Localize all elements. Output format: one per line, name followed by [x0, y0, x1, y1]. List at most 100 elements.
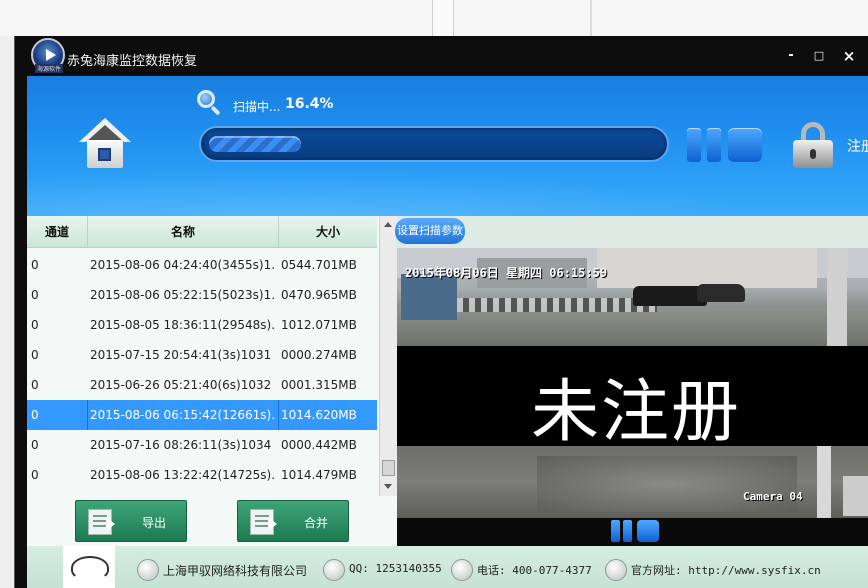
arrow-icon — [106, 517, 115, 531]
cell-channel: 0 — [31, 408, 39, 422]
scan-status-label: 扫描中... — [233, 100, 281, 114]
close-button[interactable]: × — [841, 48, 857, 64]
cell-channel: 0 — [31, 468, 39, 482]
file-list-panel: 通道 名称 大小 0 2015-08-06 04:24:40(3455s)1..… — [27, 216, 397, 546]
phone-number: 电话: 400-077-4377 — [477, 564, 592, 577]
table-row[interactable]: 0 2015-08-05 18:36:11(29548s)... 1012.07… — [27, 310, 377, 340]
table-row[interactable]: 0 2015-07-15 20:54:41(3s)1031 0000.274MB — [27, 340, 377, 370]
qq-icon — [323, 559, 345, 581]
table-row[interactable]: 0 2015-08-06 05:22:15(5023s)1... 0470.96… — [27, 280, 377, 310]
preview-toolbar: 设置扫描参数 — [395, 216, 868, 248]
register-button[interactable]: 注册 — [847, 136, 868, 156]
video-pause-icon[interactable] — [611, 520, 633, 542]
lock-icon[interactable] — [793, 122, 833, 168]
cell-name: 2015-08-06 05:22:15(5023s)1... — [90, 288, 276, 302]
camera-car-shape — [697, 284, 745, 302]
cell-channel: 0 — [31, 318, 39, 332]
scan-header: 扫描中... 16.4% 注册 — [27, 76, 868, 216]
search-icon — [197, 90, 221, 116]
table-row[interactable]: 0 2015-07-16 08:26:11(3s)1034 0000.442MB — [27, 430, 377, 460]
column-header-size[interactable]: 大小 — [279, 216, 377, 248]
camera-ground-shape — [537, 456, 797, 512]
table-row[interactable]: 0 2015-08-06 13:22:42(14725s)... 1014.47… — [27, 460, 377, 490]
home-icon[interactable] — [79, 118, 131, 170]
desktop-window-edge — [432, 0, 454, 36]
scan-percent: 16.4% — [285, 96, 334, 112]
unregistered-watermark: 未注册 — [530, 373, 741, 452]
camera-building-shape — [597, 248, 817, 288]
cell-size: 0000.274MB — [281, 348, 357, 362]
table-header: 通道 名称 大小 — [27, 216, 377, 248]
company-logo-icon — [63, 546, 115, 588]
home-door-shape — [98, 148, 111, 161]
cell-channel: 0 — [31, 348, 39, 362]
table-scrollbar[interactable] — [379, 216, 397, 496]
pause-icon[interactable] — [687, 128, 723, 162]
app-window: 海源软件 赤兔海康监控数据恢复 - □ × 扫描中... 16.4% 注 通道 … — [14, 36, 868, 588]
cell-size: 1012.071MB — [281, 318, 357, 332]
column-header-name[interactable]: 名称 — [88, 216, 278, 248]
preview-panel: 设置扫描参数 2015年08月06日 星期四 06:15:59 未注册 Came… — [395, 216, 868, 546]
export-button[interactable]: 导出 — [75, 500, 187, 542]
scan-progress-fill — [209, 136, 301, 152]
merge-button[interactable]: 合并 — [237, 500, 349, 542]
cell-size: 0544.701MB — [281, 258, 357, 272]
cell-name: 2015-07-15 20:54:41(3s)1031 — [90, 348, 272, 362]
play-icon — [46, 49, 56, 61]
video-timestamp: 2015年08月06日 星期四 06:15:59 — [405, 266, 608, 280]
camera-label: Camera 04 — [743, 490, 803, 503]
pause-bar-right — [707, 128, 721, 162]
camera-car-shape — [633, 286, 707, 306]
cell-size: 1014.479MB — [281, 468, 357, 482]
table-row[interactable]: 0 2015-08-06 04:24:40(3455s)1... 0544.70… — [27, 250, 377, 280]
merge-label: 合并 — [304, 516, 329, 530]
pause-bar-left — [687, 128, 701, 162]
column-header-channel[interactable]: 通道 — [27, 216, 87, 248]
cell-channel: 0 — [31, 438, 39, 452]
arrow-icon — [268, 517, 277, 531]
column-divider — [278, 400, 279, 430]
cell-name: 2015-07-16 08:26:11(3s)1034 — [90, 438, 272, 452]
scroll-down-icon[interactable] — [384, 484, 392, 489]
camera-pole-shape — [817, 446, 831, 518]
cell-channel: 0 — [31, 288, 39, 302]
pause-bar-right — [623, 520, 632, 542]
scan-settings-button[interactable]: 设置扫描参数 — [395, 218, 465, 244]
app-logo-caption: 海源软件 — [35, 64, 64, 73]
window-title: 赤兔海康监控数据恢复 — [67, 54, 198, 69]
title-bar[interactable]: 海源软件 赤兔海康监控数据恢复 - □ × — [15, 36, 868, 76]
scroll-up-icon[interactable] — [384, 222, 392, 227]
camera-ground-shape — [397, 308, 868, 346]
cell-name: 2015-06-26 05:21:40(6s)1032 — [90, 378, 272, 392]
minimize-button[interactable]: - — [783, 48, 799, 64]
cell-size: 0000.442MB — [281, 438, 357, 452]
cell-channel: 0 — [31, 258, 39, 272]
scroll-thumb[interactable] — [382, 460, 395, 476]
camera-fence-shape — [457, 298, 657, 312]
website-link[interactable]: 官方网址: http://www.sysfix.cn — [631, 562, 821, 578]
cell-name: 2015-08-06 13:22:42(14725s)... — [90, 468, 276, 482]
pause-bar-left — [611, 520, 620, 542]
stop-icon[interactable] — [728, 128, 762, 162]
cell-name: 2015-08-06 06:15:42(12661s)... — [90, 408, 276, 422]
cell-name: 2015-08-05 18:36:11(29548s)... — [90, 318, 276, 332]
video-preview: 2015年08月06日 星期四 06:15:59 未注册 Camera 04 — [397, 248, 868, 546]
camera-object-shape — [843, 476, 868, 516]
qq-number: QQ: 1253140355 — [349, 562, 442, 575]
header-decoration — [27, 156, 868, 216]
phone-icon — [451, 559, 473, 581]
cell-size: 0470.965MB — [281, 288, 357, 302]
camera-pole-shape — [827, 248, 847, 346]
table-row-selected[interactable]: 0 2015-08-06 06:15:42(12661s)... 1014.62… — [27, 400, 377, 430]
table-row[interactable]: 0 2015-06-26 05:21:40(6s)1032 0001.315MB — [27, 370, 377, 400]
maximize-button[interactable]: □ — [811, 48, 827, 64]
video-controls — [397, 518, 868, 546]
cell-size: 0001.315MB — [281, 378, 357, 392]
lock-keyhole-shape — [810, 149, 816, 159]
cell-name: 2015-08-06 04:24:40(3455s)1... — [90, 258, 276, 272]
company-name: 上海甲驭网络科技有限公司 — [163, 564, 308, 578]
export-label: 导出 — [142, 516, 167, 530]
cell-channel: 0 — [31, 378, 39, 392]
column-divider — [87, 400, 88, 430]
video-stop-icon[interactable] — [637, 520, 659, 542]
